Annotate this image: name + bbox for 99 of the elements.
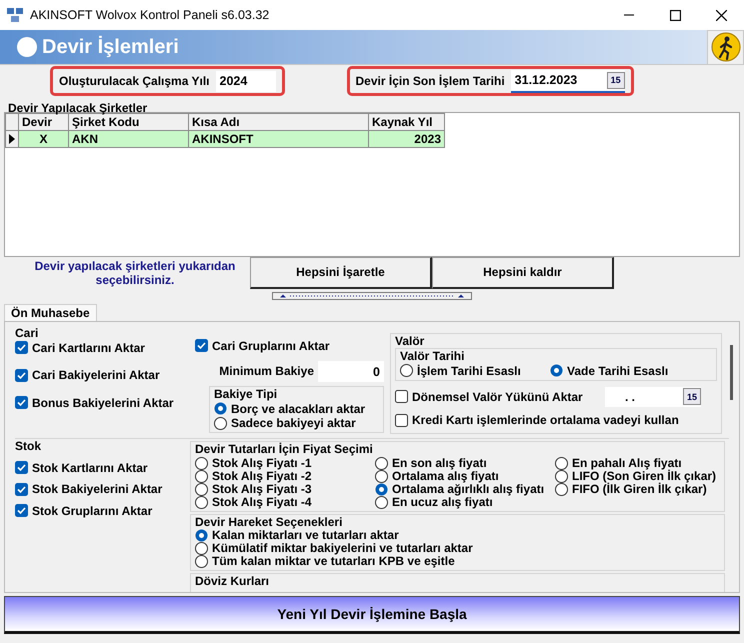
radio-button[interactable] bbox=[195, 529, 208, 542]
circle-icon bbox=[16, 36, 38, 58]
checkbox[interactable] bbox=[395, 414, 408, 427]
exit-button[interactable] bbox=[707, 30, 744, 64]
radio-button[interactable] bbox=[375, 482, 388, 496]
radio-button[interactable] bbox=[550, 364, 563, 378]
text-field[interactable]: 2024 bbox=[216, 70, 276, 92]
checkbox-label: Cari Kartlarını Aktar bbox=[32, 340, 145, 356]
radio-label: Ortalama ağırlıklı alış fiyatı bbox=[392, 482, 544, 496]
table-cell: 2023 bbox=[368, 130, 444, 148]
column-header: Kısa Adı bbox=[188, 114, 368, 130]
radio-button[interactable] bbox=[400, 364, 413, 378]
group-title: Cari bbox=[15, 326, 38, 341]
checkbox-label: Kredi Kartı işlemlerinde ortalama vadeyi kullan bbox=[412, 412, 679, 428]
start-button[interactable]: Yeni Yıl Devir İşlemine Başla bbox=[4, 596, 740, 634]
radio-label: En pahalı Alış fiyatı bbox=[572, 456, 682, 470]
checkbox-label: Cari Bakiyelerini Aktar bbox=[32, 368, 160, 383]
radio-label: FIFO (İlk Giren İlk çıkar) bbox=[572, 482, 707, 496]
group-title: Valör Tarihi bbox=[400, 349, 464, 364]
radio-label: En son alış fiyatı bbox=[392, 456, 487, 470]
radio-label: Stok Alış Fiyatı -4 bbox=[212, 495, 312, 510]
radio-button[interactable] bbox=[555, 470, 568, 483]
action-button[interactable]: Hepsini kaldır bbox=[432, 257, 614, 289]
window-title: AKINSOFT Wolvox Kontrol Paneli s6.03.32 bbox=[29, 8, 270, 22]
radio-button[interactable] bbox=[375, 496, 388, 509]
radio-button[interactable] bbox=[195, 456, 208, 470]
section-title: Devir Yapılacak Şirketler bbox=[7, 100, 148, 112]
radio-label: Stok Alış Fiyatı -3 bbox=[212, 482, 312, 496]
radio-button[interactable] bbox=[195, 542, 208, 556]
splitter-handle[interactable] bbox=[272, 292, 472, 300]
checkbox[interactable] bbox=[15, 396, 28, 410]
group-title: Devir Tutarları İçin Fiyat Seçimi bbox=[195, 442, 373, 457]
radio-label: Tüm kalan miktar ve tutarları KPB ve eşitle bbox=[212, 554, 455, 569]
column-header: Devir bbox=[18, 114, 68, 130]
checkbox-label: Stok Gruplarını Aktar bbox=[32, 504, 152, 518]
walking-figure-icon bbox=[710, 32, 740, 62]
field-label: Devir İçin Son İşlem Tarihi bbox=[356, 74, 505, 88]
radio-button[interactable] bbox=[375, 470, 388, 483]
radio-button[interactable] bbox=[375, 456, 388, 470]
radio-label: Borç ve alacakları aktar bbox=[231, 402, 366, 416]
checkbox[interactable] bbox=[15, 341, 28, 354]
table-cell: X bbox=[18, 130, 68, 148]
page-title: Devir İşlemleri bbox=[42, 35, 180, 59]
checkbox[interactable] bbox=[15, 461, 28, 474]
radio-button[interactable] bbox=[195, 555, 208, 568]
radio-label: İşlem Tarihi Esaslı bbox=[417, 364, 521, 378]
calendar-button[interactable]: 15 bbox=[682, 388, 701, 406]
group-title: Stok bbox=[15, 439, 42, 454]
row-indicator-header bbox=[6, 114, 18, 130]
close-icon bbox=[716, 10, 726, 20]
date-field[interactable]: 31.12.2023 15 bbox=[510, 70, 625, 92]
radio-label: Sadece bakiyeyi aktar bbox=[231, 416, 356, 430]
field-value: . . bbox=[625, 390, 636, 404]
radio-label: LIFO (Son Giren İlk çıkar) bbox=[572, 469, 716, 484]
radio-button[interactable] bbox=[555, 456, 568, 470]
action-button[interactable]: Hepsini İşaretle bbox=[250, 257, 432, 289]
radio-button[interactable] bbox=[195, 496, 208, 509]
radio-label: Stok Alış Fiyatı -2 bbox=[212, 469, 312, 484]
hint-text: Devir yapılacak şirketleri yukarıdan seçebilirsiniz. bbox=[34, 258, 236, 288]
checkbox[interactable] bbox=[15, 368, 28, 382]
table-cell: AKN bbox=[68, 130, 188, 148]
number-field[interactable]: 0 bbox=[318, 361, 384, 382]
column-header: Kaynak Yıl bbox=[368, 114, 444, 130]
maximize-icon bbox=[670, 10, 680, 20]
checkbox-label: Dönemsel Valör Yükünü Aktar bbox=[412, 390, 583, 404]
scrollbar[interactable] bbox=[730, 345, 733, 400]
checkbox[interactable] bbox=[15, 504, 28, 518]
field-label: Oluşturulacak Çalışma Yılı bbox=[59, 74, 210, 88]
row-indicator[interactable] bbox=[6, 130, 18, 148]
row-pointer-icon bbox=[9, 134, 15, 144]
radio-label: Stok Alış Fiyatı -1 bbox=[212, 456, 312, 470]
checkbox[interactable] bbox=[395, 390, 408, 404]
radio-button[interactable] bbox=[195, 482, 208, 496]
radio-label: Kümülatif miktar bakiyelerini ve tutarları aktar bbox=[212, 541, 473, 556]
checkbox[interactable] bbox=[195, 339, 208, 352]
group-title: Bakiye Tipi bbox=[214, 387, 278, 402]
group-title: Valör bbox=[395, 334, 424, 348]
group-title: Devir Hareket Seçenekleri bbox=[195, 514, 342, 530]
checkbox-label: Cari Gruplarını Aktar bbox=[212, 338, 330, 354]
radio-button[interactable] bbox=[195, 470, 208, 483]
app-icon bbox=[6, 7, 24, 23]
radio-button[interactable] bbox=[214, 416, 227, 430]
field-label: Minimum Bakiye bbox=[219, 364, 314, 379]
radio-button[interactable] bbox=[555, 482, 568, 496]
radio-label: Vade Tarihi Esaslı bbox=[567, 364, 668, 378]
column-header: Şirket Kodu bbox=[68, 114, 188, 130]
radio-label: Kalan miktarları ve tutarları aktar bbox=[212, 528, 399, 543]
checkbox-label: Stok Kartlarını Aktar bbox=[32, 460, 148, 476]
tab[interactable]: Ön Muhasebe bbox=[4, 304, 97, 322]
date-field[interactable]: . . 15 bbox=[605, 386, 701, 407]
table-cell: AKINSOFT bbox=[188, 130, 368, 148]
checkbox-label: Stok Bakiyelerini Aktar bbox=[32, 482, 162, 497]
radio-label: En ucuz alış fiyatı bbox=[392, 495, 493, 510]
radio-button[interactable] bbox=[214, 402, 227, 416]
radio-label: Ortalama alış fiyatı bbox=[392, 469, 499, 484]
checkbox[interactable] bbox=[15, 482, 28, 496]
checkbox-label: Bonus Bakiyelerini Aktar bbox=[32, 396, 174, 410]
group-title: Döviz Kurları bbox=[195, 574, 270, 589]
calendar-button[interactable]: 15 bbox=[606, 72, 625, 88]
